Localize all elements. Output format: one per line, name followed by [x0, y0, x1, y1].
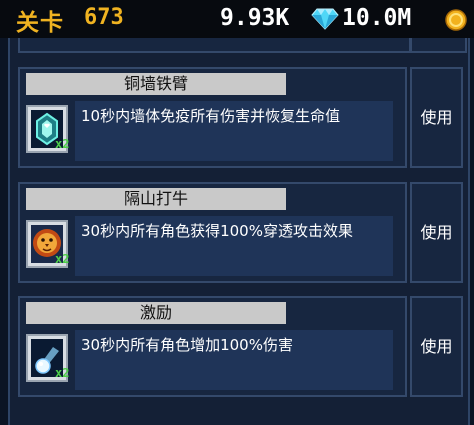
gold-coin-icon: [445, 9, 467, 31]
use-button[interactable]: 使用: [410, 296, 463, 397]
item-card: 激励 x2 30秒内所有角色增加100%伤害: [18, 296, 407, 397]
use-button[interactable]: 使用: [410, 67, 463, 168]
diamond-icon: [311, 8, 339, 30]
gem-count: 9.93K: [220, 5, 290, 31]
item-card: 隔山打牛 x2 30秒内所有角色获得100%穿透攻击效果: [18, 182, 407, 283]
item-title: 铜墙铁臂: [26, 73, 286, 95]
item-card: 铜墙铁臂 x2 10秒内墙体免疫所有伤害并恢复生命值: [18, 67, 407, 168]
item-description: 30秒内所有角色获得100%穿透攻击效果: [75, 216, 393, 276]
item-title: 隔山打牛: [26, 188, 286, 210]
item-count: x2: [55, 137, 70, 151]
item-icon-frame: x2: [26, 334, 70, 382]
item-title: 激励: [26, 302, 286, 324]
use-button[interactable]: 使用: [410, 182, 463, 283]
previous-use-button-edge: [410, 38, 467, 53]
item-count: x2: [55, 366, 70, 380]
item-icon-frame: x2: [26, 220, 70, 268]
item-description: 30秒内所有角色增加100%伤害: [75, 330, 393, 390]
level-label: 关卡: [16, 10, 64, 36]
level-number: 673: [84, 5, 124, 30]
item-count: x2: [55, 252, 70, 266]
item-description: 10秒内墙体免疫所有伤害并恢复生命值: [75, 101, 393, 161]
item-icon-frame: x2: [26, 105, 70, 153]
coin-count: 10.0M: [342, 5, 412, 31]
top-bar: 关卡 673 9.93K 10.0M: [0, 0, 474, 38]
previous-item-edge: [18, 38, 411, 53]
